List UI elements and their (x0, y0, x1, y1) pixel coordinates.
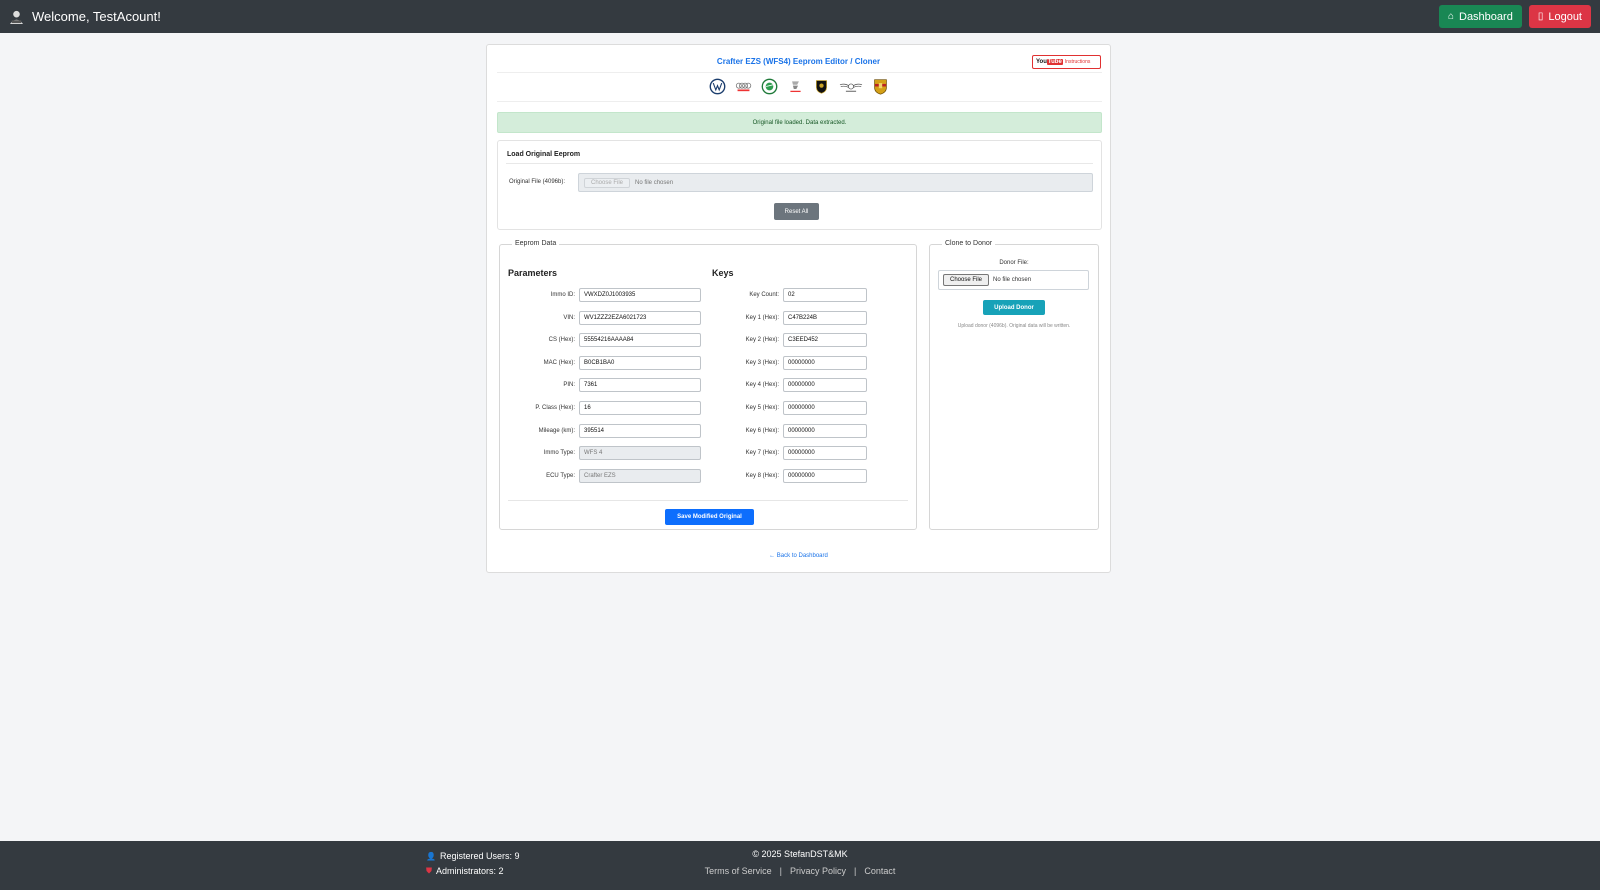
skoda-logo-icon (761, 78, 777, 95)
immo-id-input[interactable]: VWXDZ0J1003935 (579, 288, 701, 302)
choose-file-button[interactable]: Choose File (943, 274, 990, 286)
divider (497, 101, 1102, 102)
immo-type-input: WFS 4 (579, 446, 701, 460)
load-original-title: Load Original Eeprom (507, 151, 581, 158)
dashboard-label: Dashboard (1459, 10, 1513, 23)
no-file-text: No file chosen (635, 179, 674, 186)
key-1-input[interactable]: C47B224B (783, 311, 867, 325)
seat-logo-icon (789, 81, 801, 93)
dashboard-button[interactable]: ⌂ Dashboard (1438, 5, 1522, 28)
brand-logos (487, 78, 1110, 95)
param-row-immo-type: Immo Type: WFS 4 (508, 446, 701, 460)
p-class-input[interactable]: 16 (579, 401, 701, 415)
footer-links: Terms of Service | Privacy Policy | Cont… (0, 866, 1600, 876)
key-row-2: Key 2 (Hex): C3EED452 (712, 333, 867, 347)
vin-input[interactable]: WV1ZZZ2EZA6021723 (579, 311, 701, 325)
mileage-input[interactable]: 395514 (579, 424, 701, 438)
key-count-input[interactable]: 02 (783, 288, 867, 302)
page-title: Crafter EZS (WFS4) Eeprom Editor / Clone… (716, 57, 881, 66)
key-row-5: Key 5 (Hex): 00000000 (712, 401, 867, 415)
key-3-input[interactable]: 00000000 (783, 356, 867, 370)
back-to-dashboard-link[interactable]: ← Back to Dashboard (487, 553, 1110, 559)
ecu-type-input: Crafter EZS (579, 469, 701, 483)
cs-input[interactable]: 55554216AAAA84 (579, 333, 701, 347)
contact-link[interactable]: Contact (864, 866, 895, 876)
mac-input[interactable]: B0CB1BA0 (579, 356, 701, 370)
eeprom-data-fieldset: Eeprom Data Parameters Keys Immo ID: VWXD… (499, 240, 917, 530)
donor-file-label: Donor File: (999, 260, 1029, 266)
key-2-input[interactable]: C3EED452 (783, 333, 867, 347)
eeprom-data-legend: Eeprom Data (512, 240, 560, 247)
upload-hint: Upload donor (4096b). Original data will… (957, 323, 1071, 329)
param-row-p-class: P. Class (Hex): 16 (508, 401, 701, 415)
divider (508, 500, 908, 501)
key-row-8: Key 8 (Hex): 00000000 (712, 469, 867, 483)
bentley-logo-icon (839, 83, 862, 92)
key-8-input[interactable]: 00000000 (783, 469, 867, 483)
param-row-mileage: Mileage (km): 395514 (508, 424, 701, 438)
save-modified-original-button[interactable]: Save Modified Original (665, 509, 754, 525)
user-icon (9, 10, 24, 24)
top-navbar: Welcome, TestAcount! ⌂ Dashboard ▯ Logou… (0, 0, 1600, 33)
clone-to-donor-fieldset: Clone to Donor Donor File: Choose File N… (929, 240, 1099, 530)
logout-button[interactable]: ▯ Logout (1528, 5, 1591, 28)
key-row-1: Key 1 (Hex): C47B224B (712, 311, 867, 325)
lamborghini-logo-icon (815, 80, 827, 94)
privacy-link[interactable]: Privacy Policy (790, 866, 846, 876)
no-file-text: No file chosen (993, 277, 1032, 283)
audi-logo-icon (735, 82, 751, 92)
key-5-input[interactable]: 00000000 (783, 401, 867, 415)
welcome-text: Welcome, TestAcount! (32, 9, 161, 24)
home-icon: ⌂ (1447, 11, 1454, 22)
door-icon: ▯ (1537, 11, 1544, 22)
logout-label: Logout (1548, 10, 1582, 23)
choose-file-button-disabled: Choose File (584, 177, 631, 188)
vw-logo-icon (709, 78, 725, 95)
load-original-panel: Load Original Eeprom Original File (4096… (497, 140, 1102, 230)
link-separator: | (779, 866, 782, 876)
editor-card: Crafter EZS (WFS4) Eeprom Editor / Clone… (486, 44, 1111, 573)
key-row-6: Key 6 (Hex): 00000000 (712, 424, 867, 438)
upload-donor-button[interactable]: Upload Donor (983, 300, 1045, 315)
key-row-3: Key 3 (Hex): 00000000 (712, 356, 867, 370)
welcome-area: Welcome, TestAcount! (9, 9, 161, 24)
divider (506, 163, 1093, 164)
param-row-ecu-type: ECU Type: Crafter EZS (508, 469, 701, 483)
donor-file-input[interactable]: Choose File No file chosen (938, 270, 1089, 290)
youtube-instructions-button[interactable]: YouTube Instructions (1032, 55, 1101, 69)
terms-link[interactable]: Terms of Service (705, 866, 772, 876)
key-6-input[interactable]: 00000000 (783, 424, 867, 438)
link-separator: | (854, 866, 857, 876)
original-file-label: Original File (4096b): (509, 179, 566, 185)
copyright: © 2025 StefanDST&MK (752, 849, 848, 859)
youtube-icon: YouTube (1036, 59, 1063, 65)
divider (497, 72, 1102, 73)
instructions-label: Instructions (1064, 59, 1091, 65)
param-row-mac: MAC (Hex): B0CB1BA0 (508, 356, 701, 370)
param-row-pin: PIN: 7361 (508, 378, 701, 392)
porsche-logo-icon (873, 79, 887, 95)
key-row-4: Key 4 (Hex): 00000000 (712, 378, 867, 392)
key-7-input[interactable]: 00000000 (783, 446, 867, 460)
key-row-7: Key 7 (Hex): 00000000 (712, 446, 867, 460)
original-file-input[interactable]: Choose File No file chosen (578, 173, 1093, 192)
key-4-input[interactable]: 00000000 (783, 378, 867, 392)
clone-legend: Clone to Donor (942, 240, 996, 247)
param-row-immo-id: Immo ID: VWXDZ0J1003935 (508, 288, 701, 302)
keys-title: Keys (712, 268, 734, 278)
reset-all-button[interactable]: Reset All (774, 203, 819, 220)
footer: 👤 Registered Users: 9 ⛊ Administrators: … (0, 841, 1600, 890)
pin-input[interactable]: 7361 (579, 378, 701, 392)
param-row-vin: VIN: WV1ZZZ2EZA6021723 (508, 311, 701, 325)
success-alert: Original file loaded. Data extracted. (497, 112, 1102, 133)
parameters-title: Parameters (508, 268, 558, 278)
key-row-count: Key Count: 02 (712, 288, 867, 302)
param-row-cs: CS (Hex): 55554216AAAA84 (508, 333, 701, 347)
